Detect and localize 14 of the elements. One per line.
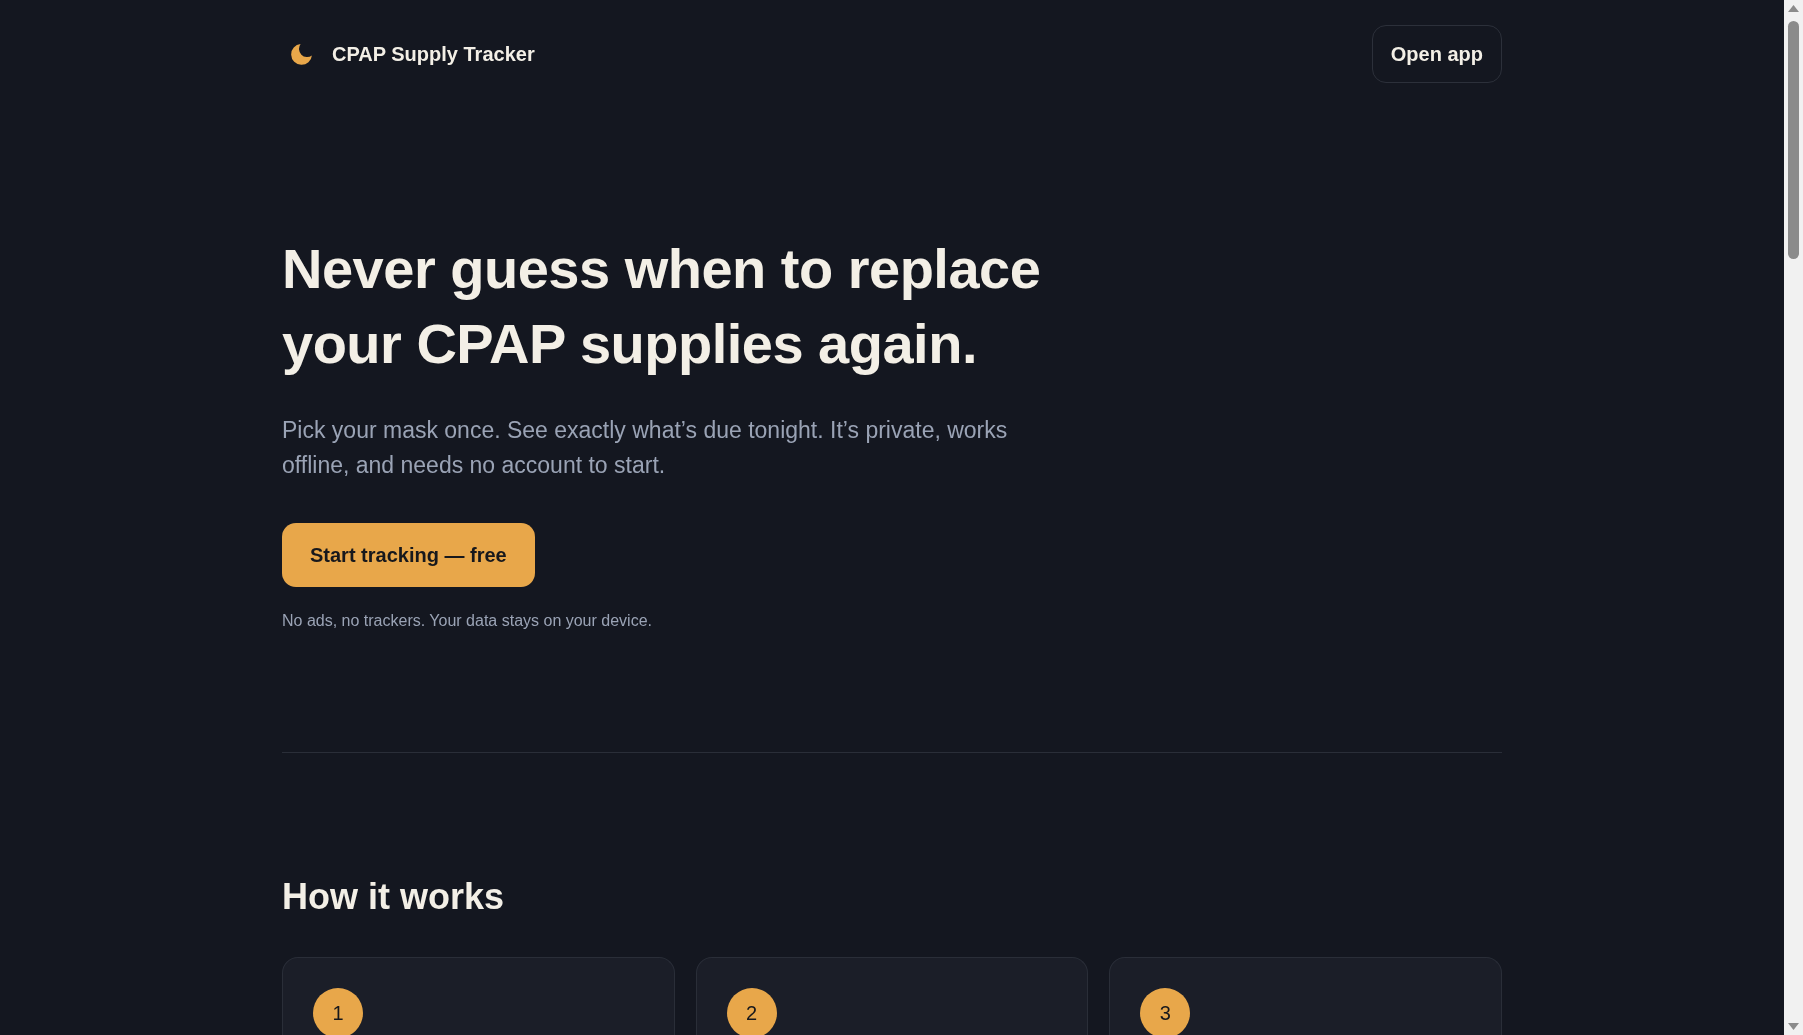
step-number: 2 — [726, 988, 777, 1035]
hero-heading: Never guess when to replace your CPAP supplies again. — [282, 236, 1042, 377]
open-app-button[interactable]: Open app — [1371, 25, 1502, 83]
section-heading: How it works — [282, 875, 506, 919]
start-tracking-button[interactable]: Start tracking — free — [282, 523, 535, 587]
scroll-up-icon[interactable] — [1788, 5, 1799, 12]
brand-name: CPAP Supply Tracker — [332, 42, 535, 67]
hero-description: Pick your mask once. See exactly what’s due tonight. It’s private, works offline, and needs no account to start. — [282, 416, 1009, 480]
scroll-down-icon[interactable] — [1788, 1023, 1799, 1030]
scrollbar-thumb[interactable] — [1788, 21, 1799, 259]
privacy-note: No ads, no trackers. Your data stays on your device. — [282, 611, 653, 631]
moon-icon — [291, 43, 312, 65]
step-number: 3 — [1140, 988, 1191, 1035]
step-number: 1 — [313, 988, 363, 1035]
